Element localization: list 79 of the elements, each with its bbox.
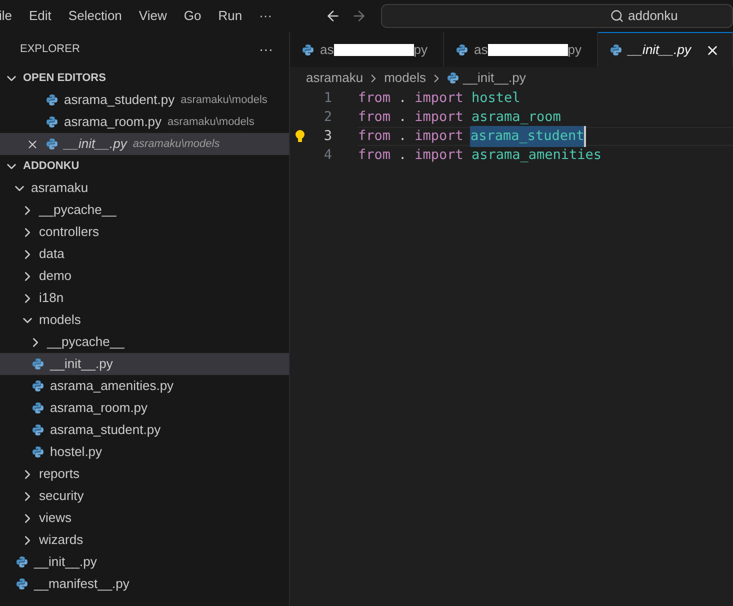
- python-file-icon: [32, 446, 44, 458]
- python-file-icon: [610, 44, 622, 56]
- code-token: from: [358, 89, 391, 108]
- lightbulb-icon[interactable]: [295, 130, 305, 143]
- folder-row[interactable]: views: [0, 507, 289, 529]
- code-token: from: [358, 108, 391, 128]
- line-number: 4: [322, 146, 332, 166]
- breadcrumb-item[interactable]: asramaku: [306, 68, 364, 88]
- folder-row[interactable]: i18n: [0, 287, 289, 309]
- code-token: asrama_room: [471, 108, 561, 128]
- code-token: hostel: [471, 89, 520, 108]
- python-file-icon: [32, 424, 44, 436]
- code-token: import: [414, 146, 464, 166]
- breadcrumb-item[interactable]: models: [384, 68, 426, 88]
- file-row[interactable]: asrama_student.py: [0, 419, 289, 441]
- editor-tab[interactable]: __init__.py: [598, 32, 733, 67]
- python-file-icon: [16, 578, 28, 590]
- section-header[interactable]: OPEN EDITORS: [0, 67, 289, 89]
- line-number: 2: [322, 108, 332, 128]
- code-token: .: [398, 146, 407, 166]
- code-token: .: [398, 127, 407, 146]
- open-editor-item[interactable]: asrama_room.py asramaku\models: [0, 111, 289, 133]
- python-file-icon: [447, 72, 459, 84]
- folder-row[interactable]: data: [0, 243, 289, 265]
- python-file-icon: [32, 358, 44, 370]
- code-token: from: [358, 146, 391, 166]
- line-number: 1: [322, 89, 332, 108]
- code-token: import: [414, 89, 464, 108]
- folder-row[interactable]: __pycache__: [0, 199, 289, 221]
- folder-row[interactable]: asramaku: [0, 177, 289, 199]
- python-file-icon: [46, 116, 58, 128]
- file-row[interactable]: __init__.py: [0, 551, 289, 573]
- python-file-icon: [16, 556, 28, 568]
- file-row[interactable]: __init__.py: [0, 353, 289, 375]
- python-file-icon: [302, 44, 314, 56]
- menu-item[interactable]: View: [138, 6, 167, 26]
- code-token: import: [414, 108, 464, 128]
- file-row[interactable]: asrama_amenities.py: [0, 375, 289, 397]
- close-icon[interactable]: [26, 138, 39, 150]
- breadcrumb-item[interactable]: __init__.py: [463, 68, 526, 88]
- line-number: 3: [322, 127, 332, 146]
- code-token: asrama_amenities: [471, 146, 602, 166]
- open-editor-item[interactable]: asrama_student.py asramaku\models: [0, 89, 289, 111]
- menu-item[interactable]: Selection: [68, 6, 122, 26]
- editor-tab[interactable]: as py: [444, 32, 598, 67]
- open-editor-item[interactable]: __init__.py asramaku\models: [0, 133, 289, 155]
- code-token: .: [398, 89, 407, 108]
- forward-arrow-icon[interactable]: [351, 8, 367, 24]
- file-row[interactable]: asrama_room.py: [0, 397, 289, 419]
- folder-row[interactable]: wizards: [0, 529, 289, 551]
- search-field[interactable]: addonku: [381, 4, 733, 28]
- folder-row[interactable]: controllers: [0, 221, 289, 243]
- menu-item[interactable]: ile: [0, 6, 12, 26]
- code-token: from: [358, 127, 391, 146]
- code-token: import: [414, 127, 464, 146]
- code-token: asrama_student: [470, 126, 586, 147]
- section-header[interactable]: ADDONKU: [0, 155, 289, 177]
- menu-item[interactable]: Edit: [29, 6, 52, 26]
- more-button[interactable]: ···: [259, 39, 273, 60]
- explorer-title: EXPLORER: [20, 42, 80, 58]
- folder-row[interactable]: __pycache__: [0, 331, 289, 353]
- folder-row[interactable]: reports: [0, 463, 289, 485]
- python-file-icon: [46, 94, 58, 106]
- code-token: .: [398, 108, 407, 128]
- back-arrow-icon[interactable]: [325, 8, 341, 24]
- menu-item[interactable]: Run: [218, 6, 242, 26]
- folder-row[interactable]: security: [0, 485, 289, 507]
- editor-tab[interactable]: as py: [290, 32, 444, 67]
- menu-item[interactable]: ···: [259, 6, 272, 26]
- file-row[interactable]: hostel.py: [0, 441, 289, 463]
- menu-item[interactable]: Go: [184, 6, 202, 26]
- folder-row[interactable]: demo: [0, 265, 289, 287]
- file-row[interactable]: __manifest__.py: [0, 573, 289, 595]
- folder-row[interactable]: models: [0, 309, 289, 331]
- search-icon: [610, 9, 624, 23]
- python-file-icon: [32, 402, 44, 414]
- python-file-icon: [46, 138, 58, 150]
- python-file-icon: [456, 44, 468, 56]
- python-file-icon: [32, 380, 44, 392]
